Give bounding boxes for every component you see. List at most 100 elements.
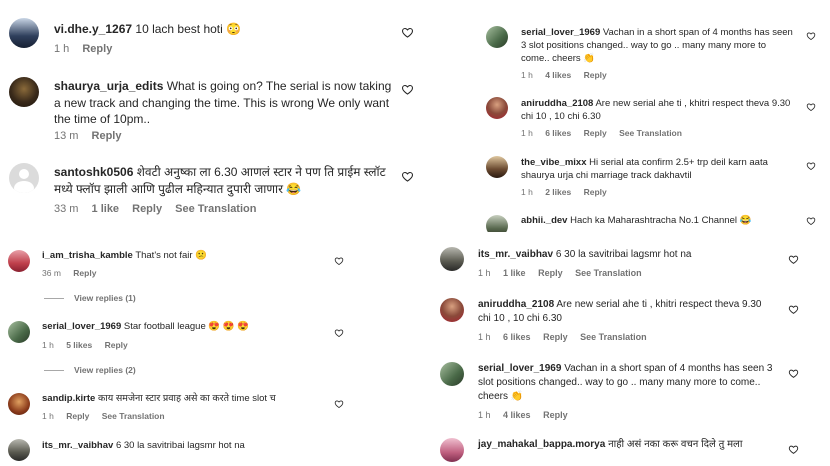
reply-button[interactable]: Reply [82, 43, 112, 55]
heart-outline-icon[interactable] [788, 254, 799, 265]
reply-button[interactable]: Reply [543, 332, 568, 342]
avatar[interactable] [8, 439, 30, 461]
like-count[interactable]: 4 likes [545, 70, 571, 80]
reply-button[interactable]: Reply [584, 187, 607, 197]
comment-time: 1 h [54, 43, 70, 55]
heart-outline-icon[interactable] [401, 170, 414, 183]
heart-outline-icon[interactable] [806, 31, 816, 41]
comment-time: 1 h [42, 411, 54, 421]
emoji-flushed: 😳 [226, 22, 242, 36]
emoji-clapping: 👏 [583, 53, 596, 65]
heart-outline-icon[interactable] [401, 83, 414, 96]
heart-outline-icon[interactable] [334, 328, 344, 338]
like-count[interactable]: 1 like [92, 203, 120, 215]
reply-button[interactable]: Reply [584, 70, 607, 80]
reply-button[interactable]: Reply [584, 128, 607, 138]
see-translation-button[interactable]: See Translation [580, 332, 647, 342]
username[interactable]: serial_lover_1969 [42, 321, 121, 332]
comment-time: 1 h [478, 410, 491, 420]
username[interactable]: aniruddha_2108 [478, 299, 554, 310]
heart-outline-icon[interactable] [334, 399, 344, 409]
view-replies-button[interactable]: View replies (2) [44, 365, 136, 375]
divider [44, 298, 64, 300]
see-translation-button[interactable]: See Translation [175, 203, 256, 215]
see-translation-button[interactable]: See Translation [575, 268, 642, 278]
reply-button[interactable]: Reply [538, 268, 563, 278]
heart-outline-icon[interactable] [788, 304, 799, 315]
emoji-confused: 😕 [195, 250, 208, 261]
avatar[interactable] [9, 163, 39, 193]
reply-button[interactable]: Reply [92, 130, 122, 142]
see-translation-button[interactable]: See Translation [619, 128, 682, 138]
comment-text: Hach ka Maharashtracha No.1 Channel [570, 215, 737, 226]
avatar[interactable] [440, 247, 464, 271]
username[interactable]: serial_lover_1969 [478, 363, 561, 374]
heart-outline-icon[interactable] [401, 26, 414, 39]
username[interactable]: the_vibe_mixx [521, 157, 586, 168]
username[interactable]: its_mr._vaibhav [42, 440, 113, 451]
emoji-laughing: 😂 [739, 215, 752, 226]
username[interactable]: serial_lover_1969 [521, 27, 600, 38]
comment-text: Star football league [123, 321, 206, 332]
reply-button[interactable]: Reply [132, 203, 162, 215]
avatar[interactable] [486, 97, 508, 119]
username[interactable]: abhii._dev [521, 215, 567, 226]
comment-text: काय समजेना स्टार प्रवाह असे का करते time… [97, 393, 276, 404]
avatar[interactable] [440, 362, 464, 386]
reply-button[interactable]: Reply [105, 340, 128, 350]
like-count[interactable]: 4 likes [503, 410, 531, 420]
heart-outline-icon[interactable] [788, 368, 799, 379]
username[interactable]: i_am_trisha_kamble [42, 250, 133, 261]
comment-time: 36 m [42, 268, 61, 278]
divider [44, 370, 64, 372]
heart-outline-icon[interactable] [334, 256, 344, 266]
comment-text: नाही असं नका करू वचन दिले तु मला [608, 439, 743, 450]
comment-text: 6 30 la savitribai lagsmr hot na [115, 440, 245, 451]
comment-time: 13 m [54, 130, 79, 142]
heart-outline-icon[interactable] [806, 216, 816, 226]
avatar[interactable] [8, 321, 30, 343]
emoji-clapping: 👏 [510, 390, 524, 402]
avatar[interactable] [9, 77, 39, 107]
avatar[interactable] [486, 215, 508, 232]
avatar[interactable] [8, 250, 30, 272]
heart-outline-icon[interactable] [806, 161, 816, 171]
comment-time: 1 h [478, 332, 491, 342]
comment-time: 1 h [42, 340, 54, 350]
avatar[interactable] [486, 26, 508, 48]
avatar[interactable] [8, 393, 30, 415]
comment-time: 1 h [521, 70, 533, 80]
username[interactable]: shaurya_urja_edits [54, 79, 163, 93]
reply-button[interactable]: Reply [73, 268, 96, 278]
comment-text: 10 lach best hoti [135, 22, 223, 36]
avatar[interactable] [440, 298, 464, 322]
reply-button[interactable]: Reply [66, 411, 89, 421]
username[interactable]: aniruddha_2108 [521, 98, 593, 109]
comment-item: abhii._dev Hach ka Maharashtracha No.1 C… [480, 212, 820, 232]
username[interactable]: sandip.kirte [42, 393, 95, 404]
see-translation-button[interactable]: See Translation [102, 411, 165, 421]
heart-outline-icon[interactable] [788, 444, 799, 455]
comment-time: 1 h [521, 187, 533, 197]
avatar[interactable] [486, 156, 508, 178]
comment-time: 1 h [478, 268, 491, 278]
view-replies-button[interactable]: View replies (1) [44, 293, 136, 303]
emoji-heart-eyes: 😍 😍 😍 [208, 321, 250, 332]
like-count[interactable]: 6 likes [503, 332, 531, 342]
username[interactable]: jay_mahakal_bappa.morya [478, 439, 605, 450]
avatar[interactable] [9, 18, 39, 48]
reply-button[interactable]: Reply [543, 410, 568, 420]
like-count[interactable]: 6 likes [545, 128, 571, 138]
username[interactable]: vi.dhe.y_1267 [54, 22, 132, 36]
like-count[interactable]: 2 likes [545, 187, 571, 197]
avatar[interactable] [440, 438, 464, 462]
emoji-laughing: 😂 [286, 181, 302, 196]
username[interactable]: its_mr._vaibhav [478, 249, 553, 260]
heart-outline-icon[interactable] [806, 102, 816, 112]
username[interactable]: santoshk0506 [54, 165, 133, 179]
comment-text: That's not fair [135, 250, 193, 261]
comment-text: 6 30 la savitribai lagsmr hot na [555, 249, 692, 260]
like-count[interactable]: 1 like [503, 268, 526, 278]
like-count[interactable]: 5 likes [66, 340, 92, 350]
comment-time: 33 m [54, 203, 79, 215]
